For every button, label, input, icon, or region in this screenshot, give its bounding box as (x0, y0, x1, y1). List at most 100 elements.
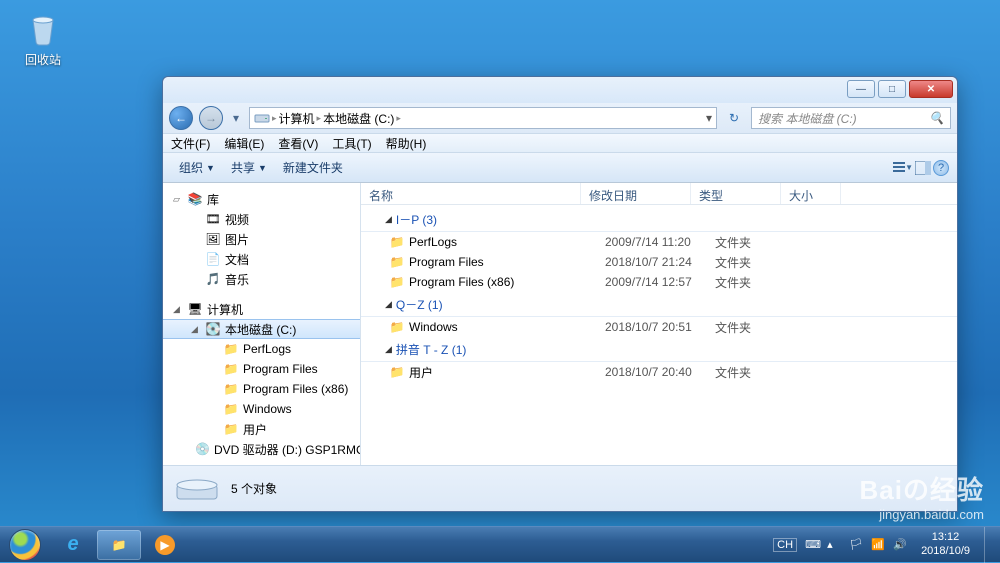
dvd-icon: 💿 (195, 441, 210, 457)
expand-icon[interactable]: ◢ (173, 304, 183, 315)
menu-help[interactable]: 帮助(H) (386, 135, 427, 152)
group-header[interactable]: ◢拼音 T - Z (1) (361, 337, 957, 362)
new-folder-button[interactable]: 新建文件夹 (275, 156, 351, 179)
list-item[interactable]: 📁Program Files (x86)2009/7/14 12:57文件夹 (361, 272, 957, 292)
close-button[interactable]: ✕ (909, 80, 953, 98)
col-size[interactable]: 大小 (781, 183, 841, 204)
expand-icon[interactable]: ▱ (173, 194, 183, 205)
breadcrumb-drive[interactable]: 本地磁盘 (C:) (323, 110, 394, 127)
expand-icon[interactable]: ◢ (191, 324, 201, 335)
video-icon: 🎞 (205, 211, 221, 227)
action-center-icon[interactable]: 🏳 (849, 538, 863, 552)
folder-icon: 📁 (389, 364, 405, 380)
taskbar-media-player[interactable]: ▶ (143, 530, 187, 560)
history-drop-icon[interactable]: ▾ (229, 106, 243, 130)
chevron-right-icon: ▸ (394, 113, 403, 124)
tree-folder[interactable]: 📁用户 (163, 419, 360, 439)
collapse-icon[interactable]: ◢ (385, 299, 392, 310)
ie-icon: e (67, 533, 78, 556)
tree-local-disk-c[interactable]: ◢💽本地磁盘 (C:) (163, 319, 360, 339)
menu-tools[interactable]: 工具(T) (332, 135, 371, 152)
group-header[interactable]: ◢Q－Z (1) (361, 292, 957, 317)
collapse-icon[interactable]: ◢ (385, 214, 392, 225)
chevron-down-icon: ▼ (206, 163, 215, 173)
watermark-url: jingyan.baidu.com (860, 507, 984, 522)
folder-icon: 📁 (223, 421, 239, 437)
nav-tree[interactable]: ▱📚库 🎞视频 🖼图片 📄文档 🎵音乐 ◢🖥计算机 ◢💽本地磁盘 (C:) 📁P… (163, 183, 361, 465)
show-desktop-button[interactable] (984, 527, 994, 563)
breadcrumb-computer[interactable]: 计算机 (279, 110, 315, 127)
collapse-icon[interactable]: ◢ (385, 344, 392, 355)
address-drop-icon[interactable]: ▾ (706, 111, 712, 125)
folder-icon: 📁 (223, 341, 239, 357)
recycle-bin-icon (23, 8, 63, 48)
group-header[interactable]: ◢I－P (3) (361, 207, 957, 232)
tree-folder[interactable]: 📁PerfLogs (163, 339, 360, 359)
drive-icon (254, 110, 270, 126)
address-bar[interactable]: ▸ 计算机 ▸ 本地磁盘 (C:) ▸ ▾ (249, 107, 717, 129)
network-icon[interactable]: 📶 (871, 538, 885, 552)
watermark-brand: Baiの经验 (860, 470, 984, 507)
folder-icon: 📁 (223, 401, 239, 417)
taskbar-explorer[interactable]: 📁 (97, 530, 141, 560)
tree-libraries[interactable]: ▱📚库 (163, 189, 360, 209)
folder-icon: 📁 (389, 234, 405, 250)
titlebar[interactable]: — □ ✕ (163, 77, 957, 103)
menu-file[interactable]: 文件(F) (171, 135, 210, 152)
back-button[interactable]: ← (169, 106, 193, 130)
forward-button[interactable]: → (199, 106, 223, 130)
computer-icon: 🖥 (187, 301, 203, 317)
help-button[interactable]: ? (933, 160, 949, 176)
folder-icon: 📁 (389, 274, 405, 290)
col-date[interactable]: 修改日期 (581, 183, 691, 204)
tree-folder[interactable]: 📁Program Files (x86) (163, 379, 360, 399)
recycle-bin-label: 回收站 (12, 51, 74, 68)
maximize-button[interactable]: □ (878, 80, 906, 98)
list-item[interactable]: 📁用户2018/10/7 20:40文件夹 (361, 362, 957, 382)
volume-icon[interactable]: 🔊 (893, 538, 907, 552)
col-name[interactable]: 名称 (361, 183, 581, 204)
nav-row: ← → ▾ ▸ 计算机 ▸ 本地磁盘 (C:) ▸ ▾ ↻ 搜索 本地磁盘 (C… (163, 103, 957, 133)
share-button[interactable]: 共享 ▼ (223, 156, 275, 179)
tree-dvd-drive[interactable]: 💿DVD 驱动器 (D:) GSP1RMCULXFREF (163, 439, 360, 459)
minimize-button[interactable]: — (847, 80, 875, 98)
drive-thumb-icon (173, 471, 221, 507)
menu-view[interactable]: 查看(V) (278, 135, 318, 152)
preview-pane-button[interactable] (913, 158, 933, 178)
tree-pictures[interactable]: 🖼图片 (163, 229, 360, 249)
windows-orb-icon (9, 529, 41, 561)
organize-button[interactable]: 组织 ▼ (171, 156, 223, 179)
taskbar-ie[interactable]: e (51, 530, 95, 560)
tree-computer[interactable]: ◢🖥计算机 (163, 299, 360, 319)
view-options-button[interactable]: ▼ (893, 158, 913, 178)
clock-time: 13:12 (921, 531, 970, 544)
menu-edit[interactable]: 编辑(E) (224, 135, 264, 152)
list-body[interactable]: ◢I－P (3) 📁PerfLogs2009/7/14 11:20文件夹 📁Pr… (361, 205, 957, 465)
desktop-recycle-bin[interactable]: 回收站 (12, 8, 74, 68)
tree-documents[interactable]: 📄文档 (163, 249, 360, 269)
column-headers: 名称 修改日期 类型 大小 (361, 183, 957, 205)
tree-music[interactable]: 🎵音乐 (163, 269, 360, 289)
keyboard-icon[interactable]: ⌨ (805, 538, 819, 552)
list-item[interactable]: 📁PerfLogs2009/7/14 11:20文件夹 (361, 232, 957, 252)
taskbar-clock[interactable]: 13:12 2018/10/9 (915, 531, 976, 557)
list-item[interactable]: 📁Windows2018/10/7 20:51文件夹 (361, 317, 957, 337)
tree-folder[interactable]: 📁Windows (163, 399, 360, 419)
status-text: 5 个对象 (231, 480, 277, 497)
document-icon: 📄 (205, 251, 221, 267)
search-input[interactable]: 搜索 本地磁盘 (C:) 🔍 (751, 107, 951, 129)
tray-up-icon[interactable]: ▴ (827, 538, 841, 552)
refresh-button[interactable]: ↻ (723, 111, 745, 125)
chevron-right-icon: ▸ (270, 113, 279, 124)
clock-date: 2018/10/9 (921, 545, 970, 558)
library-icon: 📚 (187, 191, 203, 207)
tree-videos[interactable]: 🎞视频 (163, 209, 360, 229)
language-indicator[interactable]: CH (773, 538, 797, 552)
start-button[interactable] (0, 527, 50, 563)
folder-icon: 📁 (389, 254, 405, 270)
tree-folder[interactable]: 📁Program Files (163, 359, 360, 379)
col-type[interactable]: 类型 (691, 183, 781, 204)
search-placeholder: 搜索 本地磁盘 (C:) (758, 110, 857, 127)
status-bar: 5 个对象 (163, 465, 957, 511)
list-item[interactable]: 📁Program Files2018/10/7 21:24文件夹 (361, 252, 957, 272)
